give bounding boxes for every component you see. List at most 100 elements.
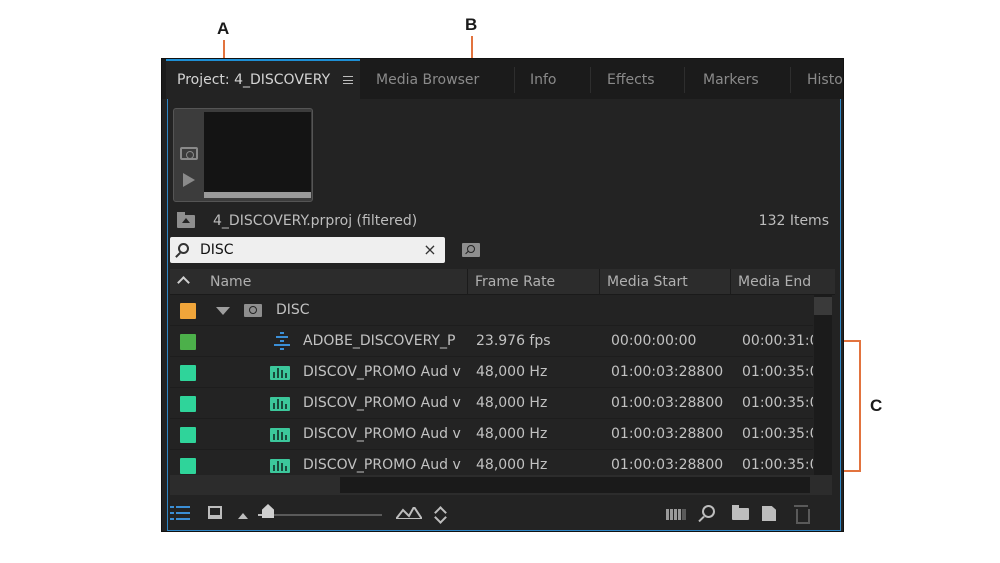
- bin-search-icon[interactable]: [462, 243, 480, 257]
- tab-markers-label: Markers: [703, 72, 759, 88]
- column-header-name[interactable]: Name: [210, 269, 460, 295]
- tab-effects[interactable]: Effects: [607, 59, 677, 99]
- column-divider[interactable]: [730, 269, 731, 295]
- poster-frame-screen: [204, 112, 311, 198]
- disclosure-triangle-icon[interactable]: [216, 307, 230, 315]
- hamburger-icon[interactable]: [343, 76, 353, 84]
- new-bin-icon[interactable]: [732, 505, 749, 520]
- camera-icon[interactable]: [180, 147, 198, 160]
- search-input[interactable]: [200, 240, 420, 260]
- clear-search-icon[interactable]: ×: [421, 239, 439, 261]
- horizontal-scroll-thumb[interactable]: [340, 477, 810, 493]
- vertical-scrollbar[interactable]: [814, 295, 832, 475]
- label-color-swatch[interactable]: [180, 365, 196, 381]
- zoom-slider-handle[interactable]: [262, 504, 274, 518]
- magnifier-icon: [178, 243, 189, 254]
- new-item-icon[interactable]: [762, 506, 776, 521]
- item-media-start: 01:00:03:28800: [611, 364, 724, 380]
- item-media-start: 01:00:03:28800: [611, 457, 724, 473]
- item-frame-rate: 48,000 Hz: [476, 457, 548, 473]
- list-view-icon[interactable]: [170, 505, 190, 521]
- tab-media-browser[interactable]: Media Browser: [376, 59, 486, 99]
- column-divider[interactable]: [599, 269, 600, 295]
- tab-info[interactable]: Info: [530, 59, 590, 99]
- project-file-label: 4_DISCOVERY.prproj (filtered): [213, 213, 418, 229]
- audio-clip-icon: [270, 459, 290, 473]
- item-frame-rate: 48,000 Hz: [476, 395, 548, 411]
- tab-project-label: Project: 4_DISCOVERY: [177, 72, 331, 88]
- search-box: ×: [170, 237, 445, 263]
- horizontal-scrollbar[interactable]: [170, 475, 832, 495]
- tab-divider: [790, 67, 791, 93]
- column-header-media-end[interactable]: Media End: [738, 269, 838, 295]
- zoom-slider-track[interactable]: [258, 514, 382, 516]
- callout-b-label: B: [465, 15, 478, 34]
- item-name: ADOBE_DISCOVERY_P: [303, 333, 456, 349]
- tab-info-label: Info: [530, 72, 557, 88]
- item-media-start: 00:00:00:00: [611, 333, 697, 349]
- item-media-end: 01:00:35:0: [742, 426, 813, 442]
- item-frame-rate: 48,000 Hz: [476, 364, 548, 380]
- sequence-icon: [274, 332, 290, 350]
- sort-icon[interactable]: [434, 505, 446, 523]
- zoom-large-icon[interactable]: [396, 507, 422, 519]
- item-name: DISCOV_PROMO Aud v: [303, 364, 461, 380]
- tab-markers[interactable]: Markers: [703, 59, 773, 99]
- clear-icon[interactable]: [794, 505, 810, 524]
- column-divider[interactable]: [467, 269, 468, 295]
- item-count: 132 Items: [758, 213, 829, 229]
- label-color-swatch[interactable]: [180, 458, 196, 474]
- column-header-row: Name Frame Rate Media Start Media End: [170, 269, 835, 295]
- callout-c-bracket: [859, 340, 861, 472]
- item-name: DISCOV_PROMO Aud v: [303, 457, 461, 473]
- item-media-start: 01:00:03:28800: [611, 395, 724, 411]
- item-name: DISC: [276, 302, 310, 318]
- automate-to-sequence-icon[interactable]: [666, 509, 686, 520]
- label-color-swatch[interactable]: [180, 396, 196, 412]
- item-media-end: 01:00:35:0: [742, 364, 813, 380]
- list-item[interactable]: DISC: [170, 295, 813, 326]
- bin-search-icon: [244, 304, 262, 317]
- tab-effects-label: Effects: [607, 72, 655, 88]
- item-name: DISCOV_PROMO Aud v: [303, 426, 461, 442]
- item-media-end: 00:00:31:0: [742, 333, 813, 349]
- label-color-swatch[interactable]: [180, 427, 196, 443]
- list-item[interactable]: DISCOV_PROMO Aud v 48,000 Hz 01:00:03:28…: [170, 450, 813, 475]
- panel-tab-bar: Project: 4_DISCOVERY Media Browser Info …: [162, 59, 843, 99]
- list-item[interactable]: DISCOV_PROMO Aud v 48,000 Hz 01:00:03:28…: [170, 357, 813, 388]
- find-icon[interactable]: [698, 505, 715, 523]
- item-media-end: 01:00:35:0: [742, 395, 813, 411]
- tab-divider: [684, 67, 685, 93]
- callout-c-label: C: [870, 396, 883, 415]
- tab-project[interactable]: Project: 4_DISCOVERY: [166, 59, 360, 99]
- tab-divider: [590, 67, 591, 93]
- list-item[interactable]: DISCOV_PROMO Aud v 48,000 Hz 01:00:03:28…: [170, 388, 813, 419]
- icon-view-icon[interactable]: [208, 506, 222, 519]
- vertical-scroll-thumb[interactable]: [814, 297, 832, 315]
- item-frame-rate: 23.976 fps: [476, 333, 551, 349]
- label-color-swatch[interactable]: [180, 334, 196, 350]
- tab-history-label: Histo: [807, 72, 843, 88]
- column-header-media-start[interactable]: Media Start: [607, 269, 727, 295]
- audio-clip-icon: [270, 397, 290, 411]
- tab-media-browser-label: Media Browser: [376, 72, 480, 88]
- list-item[interactable]: ADOBE_DISCOVERY_P 23.976 fps 00:00:00:00…: [170, 326, 813, 357]
- tab-history[interactable]: Histo: [807, 59, 843, 99]
- zoom-small-icon[interactable]: [238, 513, 248, 519]
- sort-ascending-icon[interactable]: [177, 276, 190, 289]
- item-frame-rate: 48,000 Hz: [476, 426, 548, 442]
- item-name: DISCOV_PROMO Aud v: [303, 395, 461, 411]
- callout-a-label: A: [217, 19, 230, 38]
- column-header-frame-rate[interactable]: Frame Rate: [475, 269, 595, 295]
- project-panel: Project: 4_DISCOVERY Media Browser Info …: [161, 58, 844, 532]
- item-media-end: 01:00:35:0: [742, 457, 813, 473]
- panel-footer-toolbar: [162, 499, 843, 531]
- poster-frame-thumbnail[interactable]: [173, 108, 313, 202]
- project-item-list: DISC ADOBE_DISCOVERY_P 23.976 fps 00:00:…: [170, 295, 813, 475]
- list-item[interactable]: DISCOV_PROMO Aud v 48,000 Hz 01:00:03:28…: [170, 419, 813, 450]
- label-color-swatch[interactable]: [180, 303, 196, 319]
- item-media-start: 01:00:03:28800: [611, 426, 724, 442]
- audio-clip-icon: [270, 428, 290, 442]
- folder-up-icon[interactable]: [177, 212, 195, 228]
- play-icon[interactable]: [183, 173, 195, 187]
